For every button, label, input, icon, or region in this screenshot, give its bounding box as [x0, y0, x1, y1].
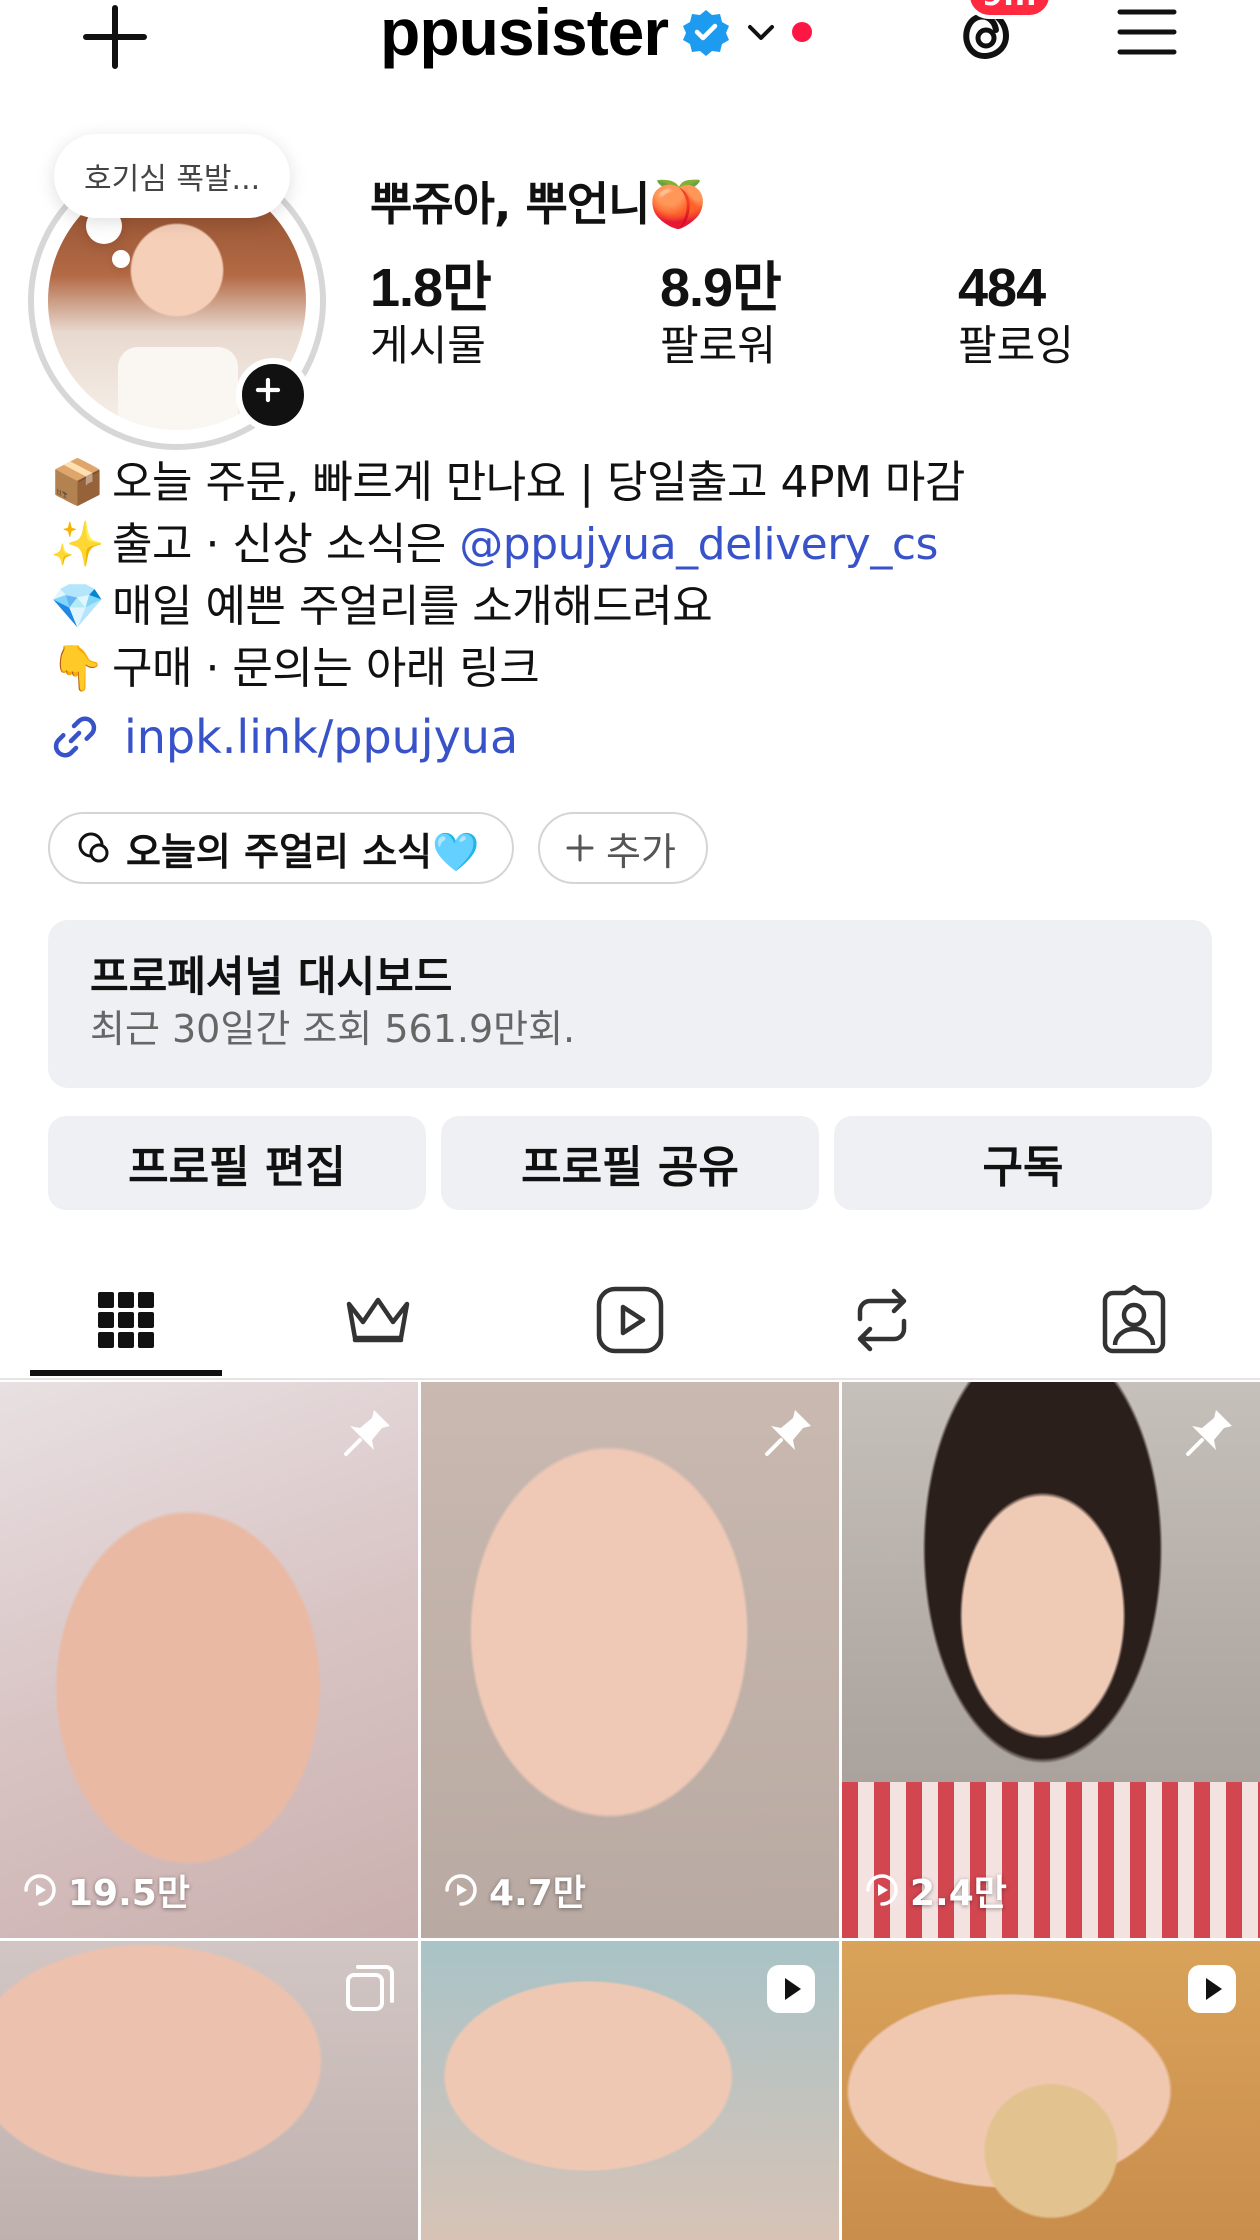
grid-icon: [98, 1292, 154, 1348]
link-icon: [53, 716, 97, 758]
tabs-divider: [0, 1378, 1260, 1380]
post-thumbnail[interactable]: 4.7만: [421, 1382, 839, 1938]
stat-following[interactable]: 484 팔로잉: [958, 258, 1074, 374]
dashboard-title: 프로페셔널 대시보드: [90, 952, 453, 1001]
post-thumbnail[interactable]: [421, 1941, 839, 2240]
post-thumbnail[interactable]: 19.5만: [0, 1382, 418, 1938]
edit-profile-button[interactable]: 프로필 편집: [48, 1116, 426, 1210]
tab-reposts[interactable]: [787, 1270, 977, 1370]
post-thumbnail[interactable]: 2.4만: [842, 1382, 1260, 1938]
top-bar: ppusister 9...: [0, 0, 1260, 80]
bio-text: 출고 · 신상 소식은: [112, 519, 460, 570]
stat-label: 게시물: [370, 321, 486, 370]
bio-text: 매일 예쁜 주얼리를 소개해드려요: [112, 581, 713, 632]
carousel-icon: [346, 1965, 394, 2011]
bio-line: 📦 오늘 주문, 빠르게 만나요 | 당일출고 4PM 마감: [50, 452, 1230, 514]
bio-link-text: inpk.link/ppujyua: [124, 710, 519, 764]
username: ppusister: [380, 0, 669, 69]
reels-icon: [596, 1286, 664, 1354]
plus-icon: [566, 834, 594, 862]
active-tab-indicator: [30, 1370, 222, 1376]
subscribe-button[interactable]: 구독: [834, 1116, 1212, 1210]
bio-line: 👇 구매 · 문의는 아래 링크: [50, 638, 1230, 700]
pin-icon: [344, 1410, 390, 1456]
stat-followers[interactable]: 8.9만 팔로워: [660, 258, 782, 374]
verified-badge-icon: [683, 10, 730, 56]
stat-value: 484: [958, 258, 1046, 318]
chevron-down-icon: [748, 25, 775, 40]
repost-icon: [857, 1288, 907, 1352]
gem-emoji: 💎: [50, 581, 105, 632]
view-count: 2.4만: [864, 1864, 1007, 1916]
stat-value: 1.8만: [370, 258, 492, 318]
add-story-icon[interactable]: [236, 358, 310, 432]
create-plus-icon[interactable]: [80, 2, 150, 72]
pointing-down-emoji: 👇: [50, 643, 105, 694]
chip-label: 오늘의 주얼리 소식🩵: [126, 829, 480, 874]
stat-label: 팔로잉: [958, 321, 1074, 370]
package-emoji: 📦: [50, 457, 105, 508]
bio-text: 오늘 주문, 빠르게 만나요 | 당일출고 4PM 마감: [112, 457, 965, 508]
stat-label: 팔로워: [660, 321, 776, 370]
threads-badge: 9...: [966, 0, 1054, 19]
bio-mention-link[interactable]: @ppujyua_delivery_cs: [459, 519, 938, 570]
share-profile-button[interactable]: 프로필 공유: [441, 1116, 819, 1210]
sparkles-emoji: ✨: [50, 519, 105, 570]
pin-icon: [1186, 1410, 1232, 1456]
dashboard-subtitle: 최근 30일간 조회 561.9만회.: [90, 1007, 576, 1051]
crown-icon: [346, 1297, 410, 1343]
pin-icon: [765, 1410, 811, 1456]
tagged-icon: [1102, 1285, 1166, 1354]
stat-value: 8.9만: [660, 258, 782, 318]
broadcast-channel-chip[interactable]: 오늘의 주얼리 소식🩵: [48, 812, 514, 884]
tab-grid[interactable]: [31, 1270, 221, 1370]
post-thumbnail[interactable]: [842, 1941, 1260, 2240]
bio-line: 💎 매일 예쁜 주얼리를 소개해드려요: [50, 576, 1230, 638]
bio: 📦 오늘 주문, 빠르게 만나요 | 당일출고 4PM 마감 ✨ 출고 · 신상 소…: [50, 452, 1230, 700]
tab-subscriber[interactable]: [283, 1270, 473, 1370]
view-count: 19.5만: [22, 1864, 190, 1916]
reel-icon: [1188, 1965, 1236, 2013]
tab-reels[interactable]: [535, 1270, 725, 1370]
play-views-icon: [24, 1874, 56, 1906]
professional-dashboard[interactable]: 프로페셔널 대시보드 최근 30일간 조회 561.9만회.: [48, 920, 1212, 1088]
view-count: 4.7만: [443, 1864, 586, 1916]
display-name: 뿌쥬아, 뿌언니🍑: [370, 177, 707, 231]
play-views-icon: [866, 1874, 898, 1906]
add-chip-button[interactable]: 추가: [538, 812, 708, 884]
bio-text: 구매 · 문의는 아래 링크: [112, 643, 540, 694]
reel-icon: [767, 1965, 815, 2013]
chip-label: 추가: [606, 829, 676, 874]
account-switcher[interactable]: ppusister: [380, 0, 813, 70]
tab-tagged[interactable]: [1039, 1270, 1229, 1370]
bio-line: ✨ 출고 · 신상 소식은 @ppujyua_delivery_cs: [50, 514, 1230, 576]
notification-dot: [792, 22, 813, 42]
menu-icon[interactable]: [1116, 4, 1178, 60]
note-bubble[interactable]: 호기심 폭발...: [54, 134, 291, 218]
stat-posts[interactable]: 1.8만 게시물: [370, 258, 492, 374]
note-bubble-tail: [112, 250, 130, 268]
play-views-icon: [445, 1874, 477, 1906]
channel-icon: [78, 832, 109, 863]
bio-link[interactable]: inpk.link/ppujyua: [50, 710, 518, 764]
post-thumbnail[interactable]: [0, 1941, 418, 2240]
